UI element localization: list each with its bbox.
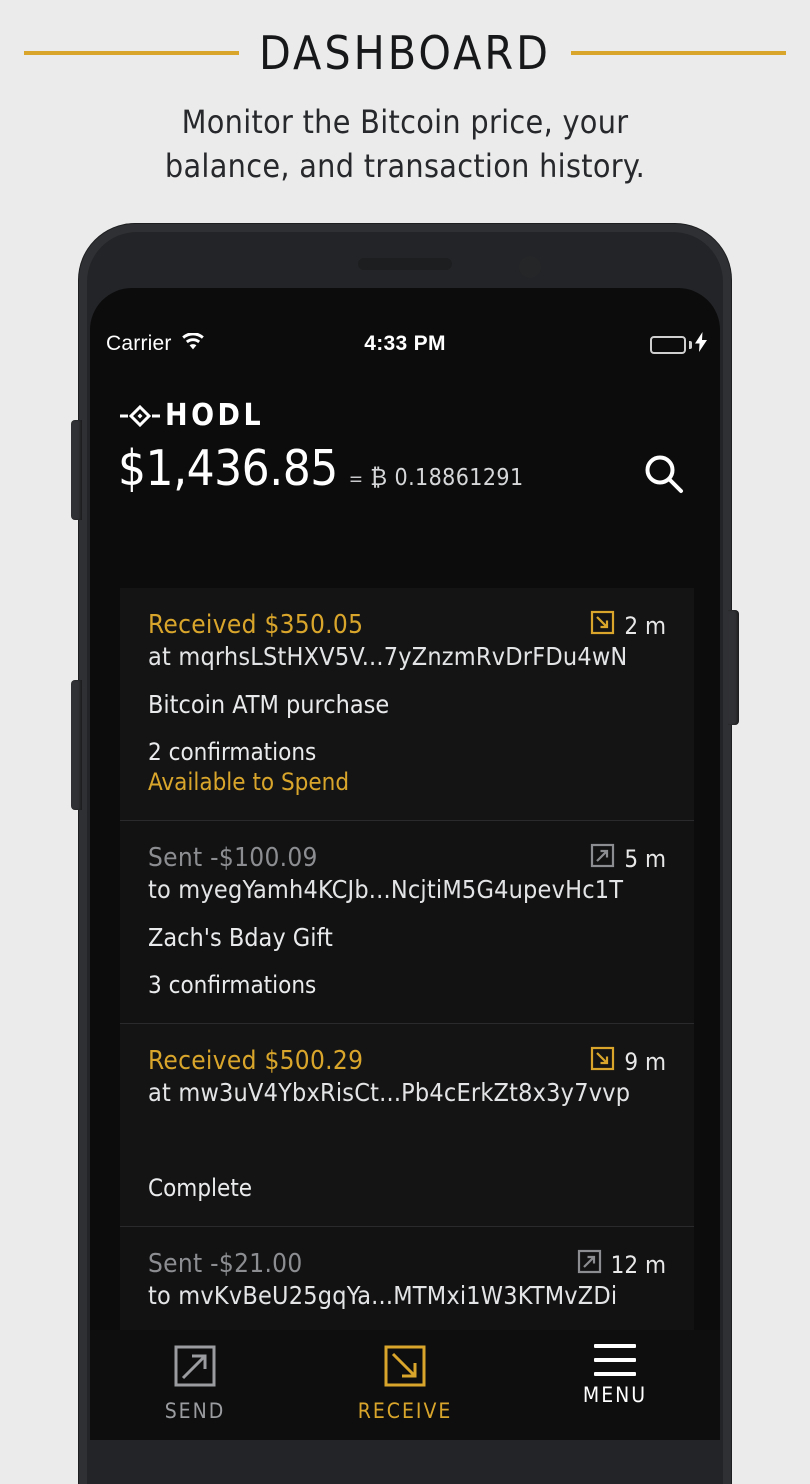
- transaction-address: at mw3uV4YbxRisCt...Pb4cErkZt8x3y7vvp: [148, 1078, 631, 1107]
- tab-receive[interactable]: RECEIVE: [300, 1344, 510, 1423]
- transaction-address: to mvKvBeU25gqYa...MTMxi1W3KTMvZDi: [148, 1281, 618, 1310]
- transaction-time: 9 m: [624, 1047, 666, 1076]
- transaction-header: Sent -$21.00 12 m: [148, 1249, 666, 1280]
- transaction-meta: 5 m: [590, 843, 666, 874]
- volume-up-button[interactable]: [71, 420, 82, 520]
- balance-fiat-amount: $1,436.85: [118, 440, 338, 497]
- transaction-meta: 2 m: [590, 610, 666, 641]
- transaction-time: 12 m: [610, 1250, 666, 1279]
- earpiece-speaker: [358, 258, 452, 270]
- transaction-confirmations: 3 confirmations: [148, 971, 317, 999]
- arrow-up-right-box-icon: [577, 1249, 602, 1280]
- transaction-list[interactable]: Received $350.05 2 m at mqrhsLStHXV5V...…: [120, 588, 694, 1429]
- transaction-title: Sent -$21.00: [148, 1249, 303, 1279]
- search-button[interactable]: [636, 448, 692, 504]
- promo-subtitle-line-2: balance, and transaction history.: [164, 147, 646, 185]
- transaction-time: 2 m: [624, 611, 666, 640]
- transaction-confirmations: 2 confirmations: [148, 738, 317, 766]
- transaction-address: at mqrhsLStHXV5V...7yZnzmRvDrFDu4wN: [148, 642, 628, 671]
- arrow-down-right-box-icon: [383, 1344, 427, 1392]
- arrow-up-right-box-icon: [173, 1344, 217, 1392]
- transaction-header: Sent -$100.09 5 m: [148, 843, 666, 874]
- arrow-up-right-box-icon: [590, 843, 615, 874]
- tab-menu[interactable]: MENU: [510, 1344, 720, 1407]
- transaction-title: Sent -$100.09: [148, 843, 318, 873]
- promo-header: DASHBOARD Monitor the Bitcoin price, you…: [0, 0, 810, 210]
- battery-icon: [650, 335, 686, 354]
- lightning-bolt-icon: [695, 332, 708, 357]
- promo-subtitle-line-1: Monitor the Bitcoin price, your: [181, 103, 629, 141]
- transaction-status: Available to Spend: [148, 768, 350, 796]
- transaction-address: to myegYamh4KCJb...NcjtiM5G4upevHc1T: [148, 875, 624, 904]
- promo-subtitle: Monitor the Bitcoin price, your balance,…: [0, 100, 810, 188]
- search-icon: [642, 452, 686, 500]
- balance-equals-sign: =: [348, 468, 364, 490]
- transaction-meta: 12 m: [577, 1249, 666, 1280]
- transaction-header: Received $350.05 2 m: [148, 610, 666, 641]
- status-bar: Carrier 4:33 PM: [90, 288, 720, 366]
- transaction-memo: Bitcoin ATM purchase: [148, 690, 390, 719]
- transaction-memo: Zach's Bday Gift: [148, 923, 333, 952]
- balance-row: $1,436.85 = ₿ 0.18861291: [118, 440, 524, 497]
- page-title: DASHBOARD: [258, 26, 552, 80]
- brand-name: HODL: [165, 398, 265, 433]
- bottom-tab-bar: SEND RECEIVE MENU: [90, 1330, 720, 1440]
- arrow-down-right-box-icon: [590, 1046, 615, 1077]
- transaction-meta: 9 m: [590, 1046, 666, 1077]
- table-row[interactable]: Received $500.29 9 m at mw3uV4YbxRisCt..…: [120, 1023, 694, 1226]
- tab-receive-label: RECEIVE: [357, 1399, 453, 1423]
- transaction-header: Received $500.29 9 m: [148, 1046, 666, 1077]
- phone-screen: Carrier 4:33 PM HODL $1,436.85 = ₿ 0.188…: [90, 288, 720, 1440]
- hamburger-menu-icon: [594, 1344, 636, 1376]
- battery-nub-icon: [689, 340, 692, 349]
- volume-down-button[interactable]: [71, 680, 82, 810]
- app-brand: HODL: [120, 398, 264, 433]
- transaction-title: Received $350.05: [148, 610, 364, 640]
- tab-send[interactable]: SEND: [90, 1344, 300, 1423]
- accent-rule-left: [23, 51, 239, 55]
- hodl-diamond-logo-icon: [120, 404, 160, 427]
- power-button[interactable]: [728, 610, 739, 725]
- tab-menu-label: MENU: [582, 1383, 648, 1407]
- tab-send-label: SEND: [164, 1399, 226, 1423]
- transaction-confirmations: Complete: [148, 1174, 253, 1202]
- promo-title-row: DASHBOARD: [0, 22, 810, 84]
- table-row[interactable]: Sent -$100.09 5 m to myegYamh4KCJb...Ncj…: [120, 820, 694, 1023]
- front-camera: [519, 256, 541, 278]
- status-bar-clock: 4:33 PM: [364, 332, 446, 355]
- accent-rule-right: [571, 51, 787, 55]
- status-bar-right: [650, 332, 708, 357]
- transaction-title: Received $500.29: [148, 1046, 364, 1076]
- arrow-down-right-box-icon: [590, 610, 615, 641]
- transaction-time: 5 m: [624, 844, 666, 873]
- balance-btc-amount: ₿ 0.18861291: [370, 465, 524, 491]
- table-row[interactable]: Received $350.05 2 m at mqrhsLStHXV5V...…: [120, 588, 694, 820]
